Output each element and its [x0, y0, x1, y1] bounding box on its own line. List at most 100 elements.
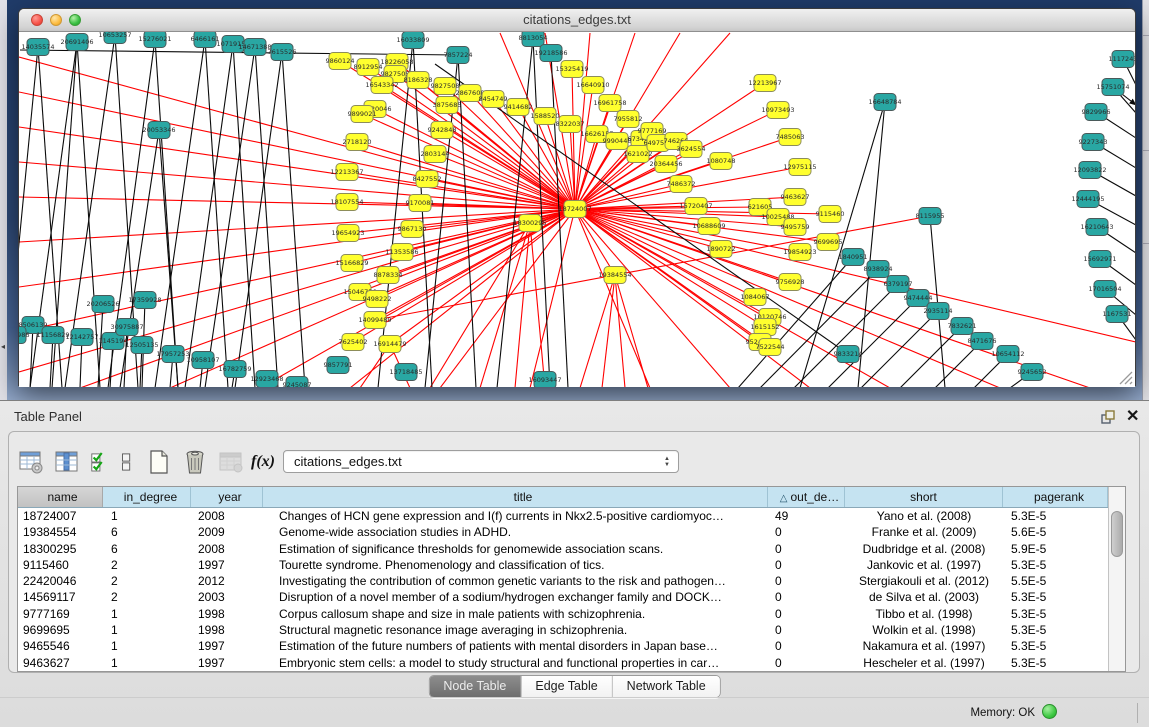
graph-node[interactable]: 1890722	[707, 241, 736, 258]
graph-node[interactable]: 9860124	[326, 53, 355, 70]
graph-node[interactable]: 1840951	[839, 249, 868, 266]
graph-node[interactable]: 8912954	[354, 59, 383, 76]
graph-node[interactable]: 17359928	[128, 292, 161, 309]
graph-node[interactable]: 15276021	[138, 32, 171, 48]
tab-node-table[interactable]: Node Table	[429, 676, 520, 697]
graph-edge[interactable]	[19, 209, 575, 242]
graph-node[interactable]: 13718485	[389, 364, 422, 381]
graph-node[interactable]: 6379197	[884, 276, 913, 293]
graph-edge[interactable]	[602, 275, 615, 387]
graph-node[interactable]: 7486372	[667, 176, 696, 193]
graph-node[interactable]: 7625402	[339, 334, 368, 351]
graph-node[interactable]: 9115460	[816, 206, 845, 223]
graph-node[interactable]: 6466161	[191, 32, 220, 48]
table-row[interactable]: 946554611997Estimation of the future num…	[18, 638, 1108, 654]
table-row[interactable]: 946362711997Embryonic stem cells: a mode…	[18, 655, 1108, 671]
graph-edge[interactable]	[497, 38, 533, 387]
graph-node[interactable]: 8186328	[404, 72, 433, 89]
graph-node[interactable]: 1084067	[741, 289, 770, 306]
graph-node[interactable]: 17957253	[156, 346, 189, 363]
graph-node[interactable]: 7832621	[948, 318, 977, 335]
graph-node[interactable]: 9245087	[283, 377, 312, 388]
graph-edge[interactable]	[362, 114, 575, 209]
graph-edge[interactable]	[19, 57, 575, 209]
close-panel-icon[interactable]: ✕	[1126, 406, 1139, 426]
delete-column-icon[interactable]	[182, 449, 208, 475]
graph-node[interactable]: 12975115	[783, 159, 816, 176]
graph-node[interactable]: 9829966	[1082, 104, 1111, 121]
graph-node[interactable]: 1615152	[751, 319, 780, 336]
graph-node[interactable]: 14035574	[21, 39, 54, 56]
graph-node[interactable]: 10653257	[98, 32, 131, 44]
column-header-out_de[interactable]: △out_de…	[768, 487, 845, 507]
graph-node[interactable]: 9414682	[504, 99, 533, 116]
graph-node[interactable]: 15166829	[335, 255, 368, 272]
graph-edge[interactable]	[900, 326, 962, 387]
graph-node[interactable]: 16782759	[218, 361, 251, 378]
graph-node[interactable]: 9699695	[814, 234, 843, 251]
graph-edge[interactable]	[233, 44, 255, 387]
graph-node[interactable]: 9242848	[428, 122, 457, 139]
column-header-title[interactable]: title	[263, 487, 768, 507]
graph-edge[interactable]	[575, 209, 810, 387]
graph-edge[interactable]	[551, 53, 568, 387]
float-panel-icon[interactable]	[1100, 409, 1116, 425]
graph-node[interactable]: 1117243	[1109, 51, 1135, 68]
graph-node[interactable]: 12213967	[748, 75, 781, 92]
graph-edge[interactable]	[205, 39, 228, 387]
graph-node[interactable]: 16210643	[1080, 219, 1113, 236]
graph-node[interactable]: 8427552	[413, 171, 442, 188]
graph-node[interactable]: 9833214	[834, 346, 863, 363]
graph-edge[interactable]	[575, 209, 1135, 342]
graph-edge[interactable]	[794, 284, 898, 387]
graph-node[interactable]: 7955812	[614, 111, 643, 128]
graph-edge[interactable]	[19, 127, 575, 209]
graph-edge[interactable]	[828, 298, 918, 387]
scrollbar-thumb[interactable]	[1111, 511, 1123, 557]
column-header-in_degree[interactable]: in_degree	[103, 487, 191, 507]
delete-table-icon[interactable]	[218, 449, 244, 475]
table-scrollbar[interactable]	[1108, 487, 1125, 671]
graph-edge[interactable]	[19, 92, 575, 209]
window-titlebar[interactable]: citations_edges.txt	[19, 9, 1135, 32]
graph-node[interactable]: 9498222	[363, 291, 392, 308]
table-selector-dropdown[interactable]: citations_edges.txt ▲▼	[283, 450, 679, 473]
resize-grip-icon[interactable]	[1117, 369, 1133, 385]
graph-edge[interactable]	[19, 162, 575, 209]
table-row[interactable]: 1830029562008Estimation of significance …	[18, 541, 1108, 557]
graph-node[interactable]: 9170081	[406, 195, 435, 212]
graph-node[interactable]: 16640910	[576, 77, 609, 94]
graph-node[interactable]: 7522544	[756, 339, 785, 356]
graph-node[interactable]: 8471676	[968, 333, 997, 350]
show-columns-icon[interactable]	[54, 449, 80, 475]
graph-edge[interactable]	[19, 197, 575, 209]
network-graph[interactable]: 1872400798601248912954182260589827505165…	[19, 32, 1135, 387]
graph-node[interactable]: 9899021	[348, 106, 377, 123]
column-header-name[interactable]: name	[18, 487, 103, 507]
table-row[interactable]: 977716911998Corpus callosum shape and si…	[18, 606, 1108, 622]
table-row[interactable]: 969969511998Structural magnetic resonanc…	[18, 622, 1108, 638]
graph-node[interactable]: 15325419	[555, 61, 588, 78]
graph-node[interactable]: 1080748	[707, 153, 736, 170]
graph-node[interactable]: 1167531	[1103, 306, 1132, 323]
function-builder-icon[interactable]: f(x)	[254, 449, 272, 475]
graph-node[interactable]: 9495759	[781, 219, 810, 236]
select-all-icon[interactable]	[90, 449, 108, 475]
graph-edge[interactable]	[382, 85, 575, 209]
graph-edge[interactable]	[155, 39, 205, 387]
table-row[interactable]: 2242004622012Investigating the contribut…	[18, 573, 1108, 589]
table-row[interactable]: 1872400712008Changes of HCN gene express…	[18, 508, 1108, 524]
graph-node[interactable]: 20206526	[86, 296, 119, 313]
graph-edge[interactable]	[580, 275, 615, 387]
new-column-icon[interactable]	[146, 449, 172, 475]
graph-node[interactable]: 9463627	[781, 189, 810, 206]
deselect-all-icon[interactable]	[118, 449, 136, 475]
splitter-collapse-icon[interactable]: ◂	[1, 343, 5, 351]
graph-node[interactable]: 3624554	[677, 141, 706, 158]
graph-node[interactable]: 16648784	[868, 94, 901, 111]
graph-node[interactable]: 16033809	[396, 32, 429, 49]
table-mode-icon[interactable]	[18, 449, 44, 475]
graph-node[interactable]: 10958107	[186, 352, 219, 369]
graph-edge[interactable]	[205, 47, 255, 387]
graph-node[interactable]: 2935114	[924, 303, 953, 320]
